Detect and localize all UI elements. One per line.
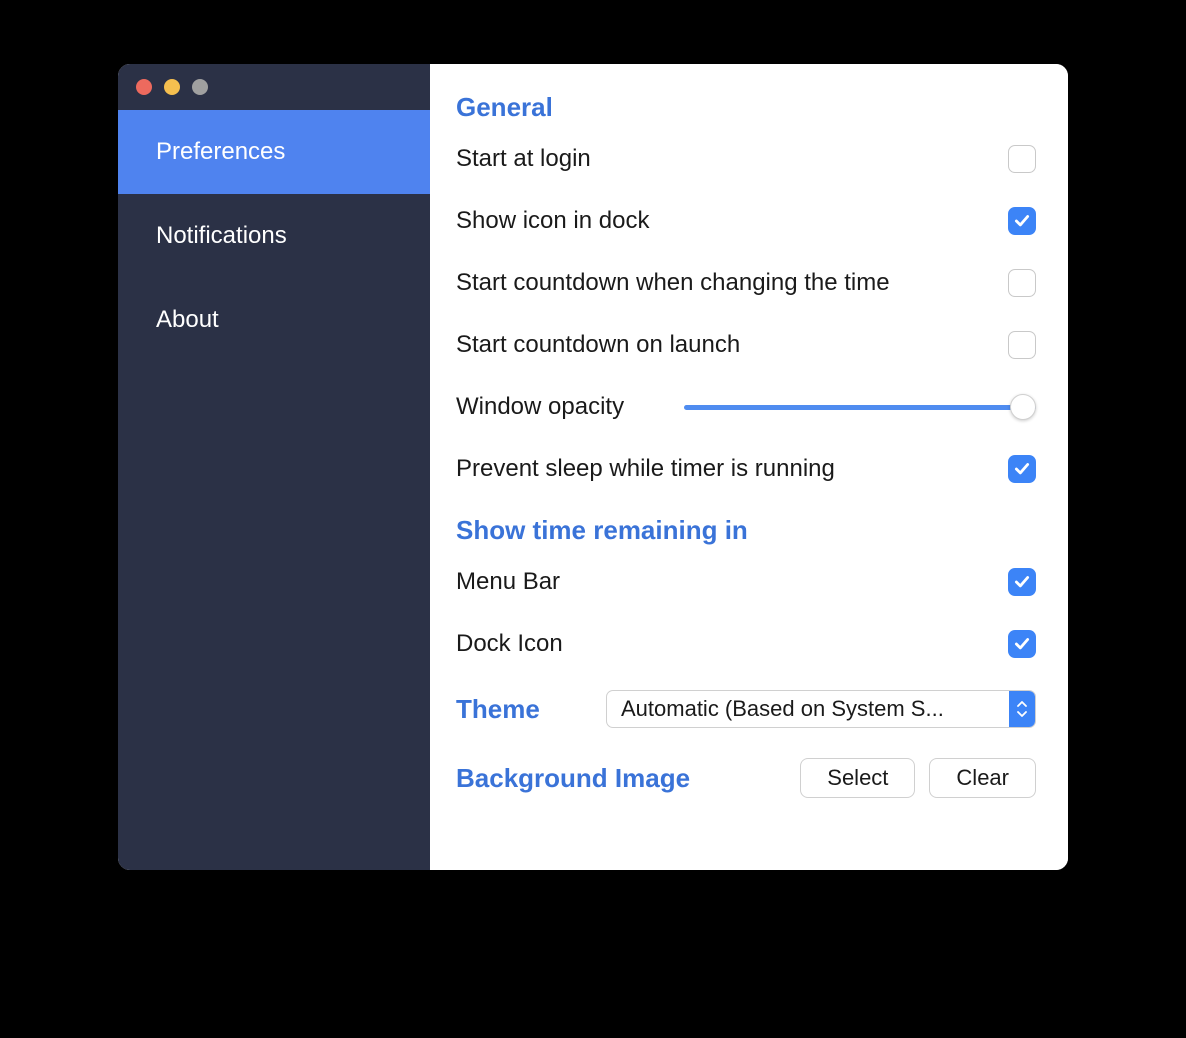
maximize-button[interactable] — [192, 79, 208, 95]
select-arrows-icon — [1009, 691, 1035, 727]
preferences-window: Preferences Notifications About General … — [118, 64, 1068, 870]
start-at-login-checkbox[interactable] — [1008, 145, 1036, 173]
start-at-login-label: Start at login — [456, 145, 591, 173]
start-countdown-launch-checkbox[interactable] — [1008, 331, 1036, 359]
window-opacity-row: Window opacity — [456, 391, 1036, 423]
sidebar: Preferences Notifications About — [118, 64, 430, 870]
sidebar-item-preferences[interactable]: Preferences — [118, 110, 430, 194]
chevron-down-icon — [1017, 710, 1027, 717]
sidebar-item-about[interactable]: About — [118, 278, 430, 362]
dock-icon-checkbox[interactable] — [1008, 630, 1036, 658]
checkmark-icon — [1013, 635, 1031, 653]
checkmark-icon — [1013, 212, 1031, 230]
window-opacity-slider[interactable] — [684, 393, 1036, 421]
start-countdown-launch-row: Start countdown on launch — [456, 329, 1036, 361]
close-button[interactable] — [136, 79, 152, 95]
select-button[interactable]: Select — [800, 758, 915, 798]
menu-bar-label: Menu Bar — [456, 568, 560, 596]
clear-button[interactable]: Clear — [929, 758, 1036, 798]
sidebar-item-label: Preferences — [156, 138, 285, 165]
chevron-up-icon — [1017, 701, 1027, 708]
show-icon-in-dock-label: Show icon in dock — [456, 207, 649, 235]
clear-button-label: Clear — [956, 765, 1009, 791]
theme-select[interactable]: Automatic (Based on System S... — [606, 690, 1036, 728]
general-heading: General — [456, 92, 1036, 123]
start-countdown-launch-label: Start countdown on launch — [456, 331, 740, 359]
slider-thumb[interactable] — [1010, 394, 1036, 420]
window-opacity-label: Window opacity — [456, 393, 624, 421]
slider-track — [684, 405, 1036, 410]
dock-icon-label: Dock Icon — [456, 630, 563, 658]
background-image-row: Background Image Select Clear — [456, 758, 1036, 798]
start-countdown-change-checkbox[interactable] — [1008, 269, 1036, 297]
start-countdown-change-row: Start countdown when changing the time — [456, 267, 1036, 299]
theme-select-value: Automatic (Based on System S... — [607, 696, 1009, 722]
theme-row: Theme Automatic (Based on System S... — [456, 690, 1036, 728]
dock-icon-row: Dock Icon — [456, 628, 1036, 660]
background-image-heading: Background Image — [456, 763, 690, 794]
sidebar-items: Preferences Notifications About — [118, 110, 430, 362]
prevent-sleep-row: Prevent sleep while timer is running — [456, 453, 1036, 485]
start-at-login-row: Start at login — [456, 143, 1036, 175]
prevent-sleep-label: Prevent sleep while timer is running — [456, 455, 835, 483]
menu-bar-checkbox[interactable] — [1008, 568, 1036, 596]
main-content: General Start at login Show icon in dock… — [430, 64, 1068, 870]
menu-bar-row: Menu Bar — [456, 566, 1036, 598]
show-icon-in-dock-row: Show icon in dock — [456, 205, 1036, 237]
start-countdown-change-label: Start countdown when changing the time — [456, 269, 890, 297]
prevent-sleep-checkbox[interactable] — [1008, 455, 1036, 483]
checkmark-icon — [1013, 573, 1031, 591]
select-button-label: Select — [827, 765, 888, 791]
sidebar-item-label: About — [156, 306, 219, 333]
theme-heading: Theme — [456, 694, 540, 725]
background-image-buttons: Select Clear — [800, 758, 1036, 798]
titlebar — [118, 64, 430, 110]
minimize-button[interactable] — [164, 79, 180, 95]
sidebar-item-label: Notifications — [156, 222, 287, 249]
sidebar-item-notifications[interactable]: Notifications — [118, 194, 430, 278]
checkmark-icon — [1013, 460, 1031, 478]
show-icon-in-dock-checkbox[interactable] — [1008, 207, 1036, 235]
show-time-heading: Show time remaining in — [456, 515, 1036, 546]
